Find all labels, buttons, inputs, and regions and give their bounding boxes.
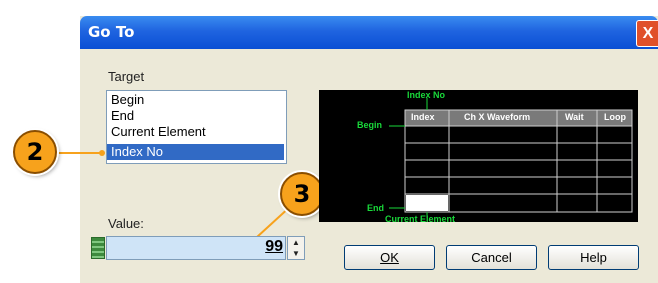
help-button[interactable]: Help [548, 245, 639, 270]
diagram-begin-label: Begin [357, 120, 383, 130]
callout-2-badge: 2 [13, 130, 57, 174]
spin-down-icon[interactable]: ▼ [288, 248, 304, 259]
diagram-col-wait: Wait [565, 112, 584, 122]
value-input[interactable]: 99 [106, 236, 286, 260]
ok-label: OK [380, 250, 399, 265]
value-label: Value: [108, 216, 144, 231]
spin-up-icon[interactable]: ▲ [288, 237, 304, 248]
ok-button[interactable]: OK [344, 245, 435, 270]
diagram-col-waveform: Ch X Waveform [464, 112, 531, 122]
diagram-current-cell [406, 195, 448, 211]
cancel-label: Cancel [471, 250, 512, 265]
cancel-button[interactable]: Cancel [446, 245, 537, 270]
calculator-icon[interactable] [91, 237, 105, 259]
diagram-top-label: Index No [407, 90, 446, 100]
diagram-end-label: End [367, 203, 384, 213]
index-diagram: Index No Begin End Current Element Index… [319, 90, 638, 224]
value-spinner[interactable]: ▲ ▼ [287, 236, 305, 260]
diagram-col-loop: Loop [604, 112, 626, 122]
diagram-col-index: Index [411, 112, 435, 122]
value-number: 99 [265, 238, 283, 255]
callout-2-dot [99, 150, 105, 156]
callout-3-badge: 3 [280, 172, 324, 216]
help-label: Help [580, 250, 607, 265]
diagram-bottom-label: Current Element [385, 214, 456, 224]
